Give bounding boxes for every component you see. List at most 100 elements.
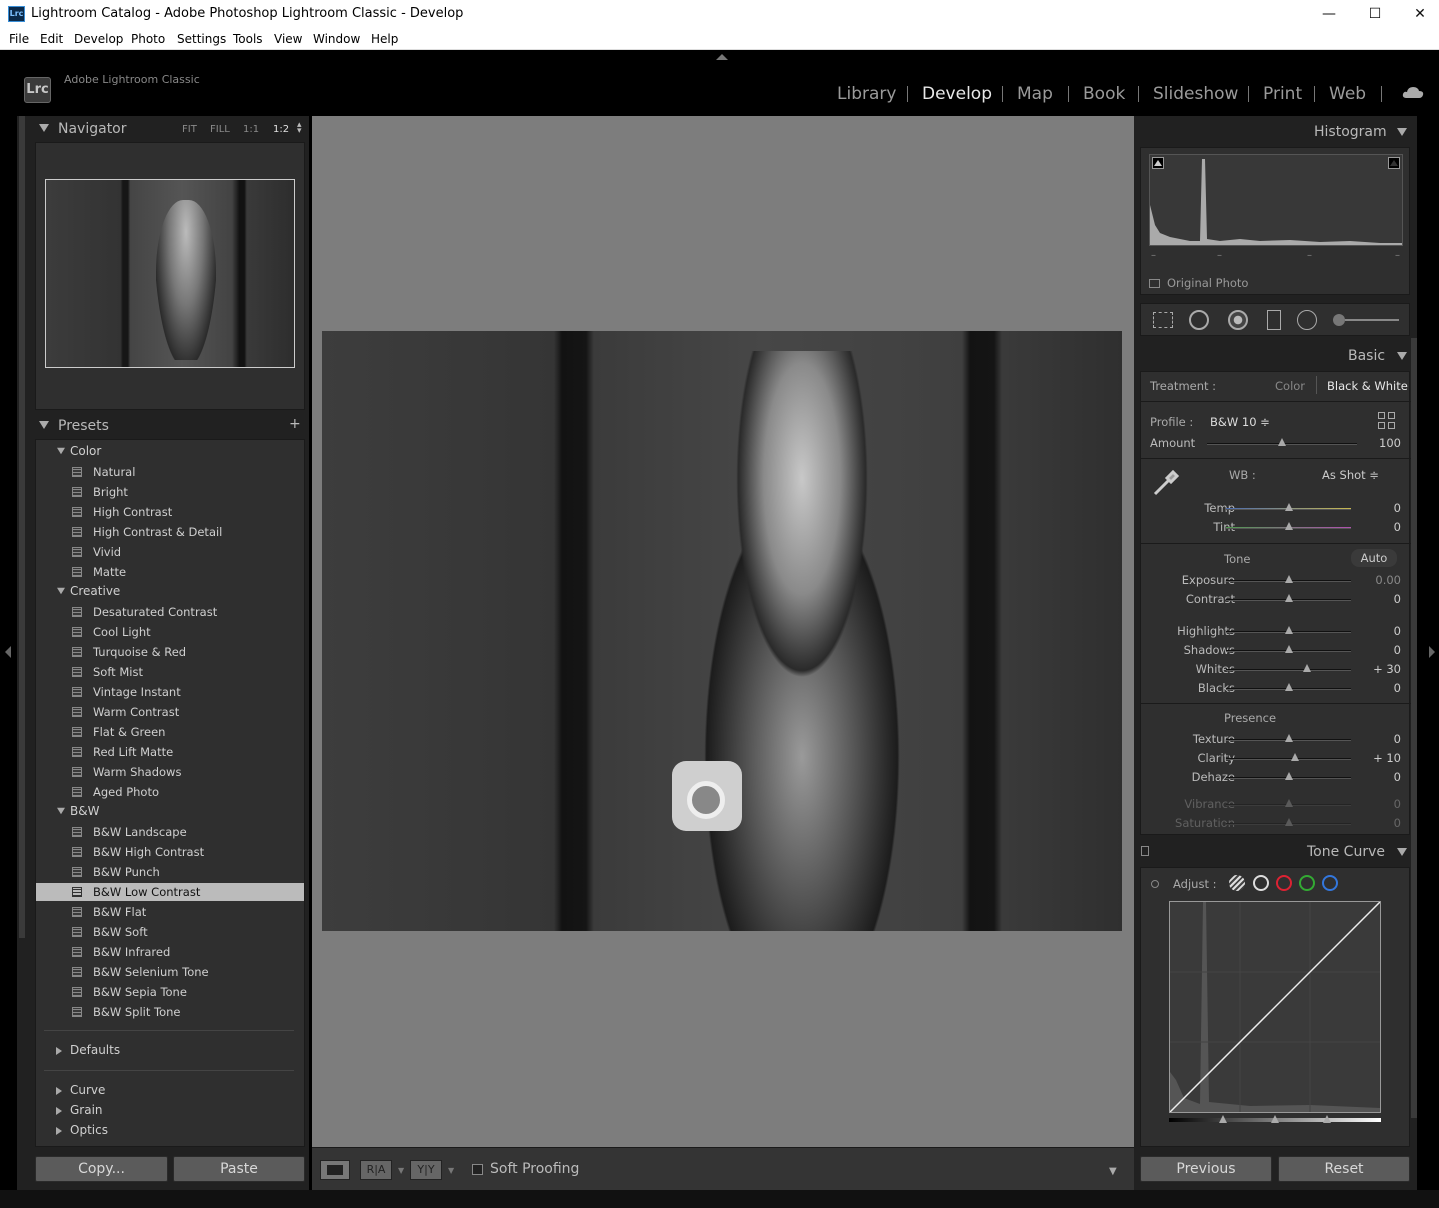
menu-edit[interactable]: Edit (40, 32, 63, 46)
zoom-stepper-icon[interactable]: ▴ ▾ (297, 121, 302, 136)
slider-value[interactable]: 0 (1361, 732, 1401, 746)
slider-thumb[interactable] (1290, 753, 1299, 761)
preset-item[interactable]: Vintage Instant (36, 683, 304, 701)
preset-item[interactable]: High Contrast (36, 503, 304, 521)
menu-settings[interactable]: Settings (177, 32, 226, 46)
eyedropper-icon[interactable] (1151, 466, 1183, 498)
preset-item[interactable]: B&W Soft (36, 923, 304, 941)
range-split-handle[interactable] (1219, 1115, 1227, 1123)
toolbar-menu-icon[interactable]: ▼ (1109, 1166, 1117, 1177)
module-map[interactable]: Map (1017, 84, 1053, 104)
preset-item[interactable]: Flat & Green (36, 723, 304, 741)
module-web[interactable]: Web (1329, 84, 1366, 104)
dropdown-icon[interactable]: ▼ (448, 1166, 454, 1175)
preset-item[interactable]: Vivid (36, 543, 304, 561)
contrast-slider[interactable]: Contrast 0 (1141, 590, 1411, 609)
parametric-curve-icon[interactable] (1229, 875, 1245, 891)
group-expanded-icon[interactable] (57, 587, 65, 595)
target-adjust-icon[interactable] (1151, 880, 1159, 888)
profile-select[interactable]: B&W 10 ≑ (1210, 415, 1270, 429)
slider-value[interactable]: 0 (1361, 643, 1401, 657)
texture-slider[interactable]: Texture 0 (1141, 730, 1411, 749)
slider-thumb[interactable] (1303, 664, 1312, 672)
preset-item[interactable]: B&W High Contrast (36, 843, 304, 861)
shadows-slider[interactable]: Shadows 0 (1141, 641, 1411, 660)
red-eye-icon[interactable] (1228, 310, 1248, 330)
navigator-thumbnail[interactable] (45, 179, 295, 368)
module-slideshow[interactable]: Slideshow (1153, 84, 1238, 104)
preset-group-grain[interactable]: Grain (70, 1103, 103, 1117)
preset-item[interactable]: High Contrast & Detail (36, 523, 304, 541)
slider-thumb[interactable] (1284, 772, 1293, 780)
point-curve-red-icon[interactable] (1276, 875, 1292, 891)
add-preset-button[interactable]: + (289, 416, 301, 432)
tone-curve-collapse-icon[interactable] (1397, 848, 1407, 856)
previous-button[interactable]: Previous (1140, 1156, 1272, 1182)
group-collapsed-icon[interactable] (56, 1047, 62, 1055)
slider-value[interactable]: 0 (1361, 770, 1401, 784)
zoom-1-2[interactable]: 1:2 (273, 124, 289, 135)
profile-browser-icon[interactable] (1378, 412, 1396, 430)
tint-slider[interactable]: Tint 0 (1141, 518, 1411, 537)
range-split-handle[interactable] (1323, 1115, 1331, 1123)
preset-item[interactable]: Red Lift Matte (36, 743, 304, 761)
slider-value[interactable]: 0 (1361, 520, 1401, 534)
slider-thumb[interactable] (1284, 594, 1293, 602)
menu-photo[interactable]: Photo (131, 32, 165, 46)
slider-thumb[interactable] (1278, 438, 1286, 446)
auto-button[interactable]: Auto (1351, 549, 1397, 567)
histogram-collapse-icon[interactable] (1397, 128, 1407, 136)
highlights-slider[interactable]: Highlights 0 (1141, 622, 1411, 641)
menu-help[interactable]: Help (371, 32, 398, 46)
slider-value[interactable]: + 30 (1361, 662, 1401, 676)
range-split-handle[interactable] (1271, 1115, 1279, 1123)
photo-canvas[interactable] (312, 116, 1134, 1147)
brush-icon[interactable] (1333, 314, 1345, 326)
slider-thumb[interactable] (1284, 645, 1293, 653)
minimize-button[interactable]: — (1306, 0, 1352, 28)
slider-thumb[interactable] (1284, 522, 1293, 530)
amount-slider[interactable]: Amount 100 (1141, 434, 1411, 453)
preset-item[interactable]: Warm Contrast (36, 703, 304, 721)
preset-item[interactable]: B&W Sepia Tone (36, 983, 304, 1001)
preset-item[interactable]: Cool Light (36, 623, 304, 641)
group-expanded-icon[interactable] (57, 447, 65, 455)
menu-develop[interactable]: Develop (74, 32, 123, 46)
treatment-color[interactable]: Color (1275, 379, 1305, 393)
preset-item[interactable]: B&W Landscape (36, 823, 304, 841)
module-library[interactable]: Library (837, 84, 896, 104)
slider-value[interactable]: + 10 (1361, 751, 1401, 765)
slider-thumb[interactable] (1284, 734, 1293, 742)
slider-track[interactable] (1226, 758, 1351, 760)
menu-tools[interactable]: Tools (233, 32, 263, 46)
paste-button[interactable]: Paste (173, 1156, 305, 1182)
soft-proofing-checkbox[interactable] (472, 1164, 483, 1175)
group-collapsed-icon[interactable] (56, 1107, 62, 1115)
preset-item[interactable]: B&W Split Tone (36, 1003, 304, 1021)
slider-thumb[interactable] (1284, 626, 1293, 634)
collapse-left-icon[interactable] (5, 646, 11, 658)
preset-item[interactable]: Warm Shadows (36, 763, 304, 781)
point-curve-green-icon[interactable] (1299, 875, 1315, 891)
original-photo-checkbox[interactable] (1149, 279, 1160, 288)
blacks-slider[interactable]: Blacks 0 (1141, 679, 1411, 698)
copy-button[interactable]: Copy... (35, 1156, 168, 1182)
radial-filter-icon[interactable] (1297, 310, 1317, 330)
zoom-fit[interactable]: FIT (182, 124, 197, 135)
preset-item[interactable]: Matte (36, 563, 304, 581)
slider-value[interactable]: 0 (1361, 681, 1401, 695)
module-develop[interactable]: Develop (922, 84, 992, 104)
highlight-clipping-icon[interactable] (1388, 157, 1400, 169)
cloud-icon[interactable] (1402, 86, 1424, 98)
whites-slider[interactable]: Whites + 30 (1141, 660, 1411, 679)
menu-file[interactable]: File (9, 32, 29, 46)
preset-item[interactable]: Soft Mist (36, 663, 304, 681)
preset-item[interactable]: B&W Flat (36, 903, 304, 921)
preset-item-selected[interactable]: B&W Low Contrast (36, 883, 304, 901)
before-after-tb-button[interactable]: Y|Y (410, 1160, 442, 1180)
right-scrollbar[interactable] (1411, 338, 1417, 1118)
point-curve-white-icon[interactable] (1253, 875, 1269, 891)
group-collapsed-icon[interactable] (56, 1087, 62, 1095)
module-print[interactable]: Print (1263, 84, 1302, 104)
group-expanded-icon[interactable] (57, 807, 65, 815)
